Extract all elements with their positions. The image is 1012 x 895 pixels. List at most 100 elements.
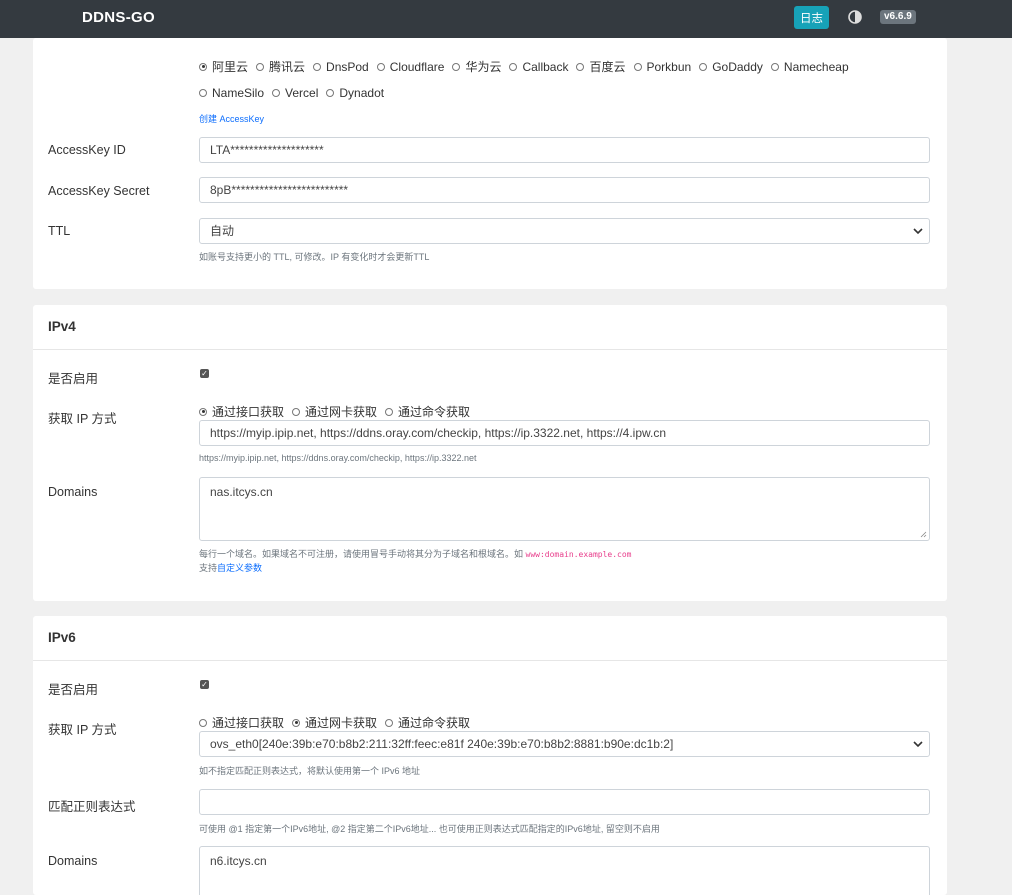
provider-cloudflare[interactable]: Cloudflare [376,59,445,74]
radio-label: 通过接口获取 [212,716,285,730]
radio-icon[interactable] [770,62,779,71]
provider-dnspod[interactable]: DnsPod [313,60,369,74]
ipv6-method-api[interactable]: 通过接口获取 [199,714,284,731]
ipv6-domains-textarea[interactable]: n6.itcys.cn [199,846,930,895]
radio-label: Porkbun [646,59,692,74]
ipv6-method-netcard[interactable]: 通过网卡获取 [292,714,377,731]
provider-namesilo[interactable]: NameSilo [199,86,264,100]
radio-icon[interactable] [699,62,708,71]
radio-icon[interactable] [385,718,394,727]
ttl-selected-value: 自动 [210,224,235,238]
radio-icon[interactable] [576,62,585,71]
provider-godaddy[interactable]: GoDaddy [699,60,763,74]
radio-label: 腾讯云 [269,60,306,74]
provider-baidu[interactable]: 百度云 [576,58,626,75]
domains-help-text: 每行一个域名。如果域名不可注册，请使用冒号手动将其分为子域名和根域名。如 [199,549,524,559]
ipv4-enable-checkbox[interactable]: ✓ [200,369,209,378]
accesskey-secret-input[interactable]: 8pB************************* [199,177,930,203]
ipv6-domains-value: n6.itcys.cn [210,854,267,868]
custom-params-prefix: 支持 [199,563,218,573]
accesskey-secret-label: AccessKey Secret [48,184,150,198]
provider-callback[interactable]: Callback [509,60,568,74]
provider-aliyun[interactable]: 阿里云 [199,58,248,75]
ipv6-method-command[interactable]: 通过命令获取 [385,714,470,731]
ipv4-method-command[interactable]: 通过命令获取 [385,403,470,420]
ipv6-netcard-select[interactable]: ovs_eth0[240e:39b:e70:b8b2:211:32ff:feec… [199,731,930,757]
accesskey-id-input[interactable]: LTA******************** [199,137,930,163]
ipv6-netcard-help: 如不指定匹配正则表达式，将默认使用第一个 IPv6 地址 [199,766,421,776]
accesskey-id-label: AccessKey ID [48,143,126,157]
domains-help-example: www:domain.example.com [525,550,632,559]
ipv4-domains-textarea[interactable]: nas.itcys.cn [199,477,930,541]
chevron-down-icon [913,741,923,748]
radio-icon[interactable] [385,407,394,416]
custom-params-link[interactable]: 自定义参数 [217,563,262,573]
ttl-help: 如账号支持更小的 TTL, 可修改。IP 有变化时才会更新TTL [199,252,430,262]
radio-icon[interactable] [199,89,207,97]
resize-handle-icon[interactable] [920,531,927,538]
radio-label: 通过网卡获取 [305,716,378,730]
ipv4-card: IPv4 是否启用 ✓ 获取 IP 方式 通过接口获取 通过网卡获取 通过命令获… [33,305,947,601]
custom-params-help: 支持自定义参数 [199,561,262,574]
ttl-label: TTL [48,224,71,238]
radio-label: 通过网卡获取 [305,405,378,419]
radio-icon[interactable] [256,62,265,71]
ipv4-method-api[interactable]: 通过接口获取 [199,403,284,420]
radio-icon[interactable] [376,62,385,71]
radio-label: 通过命令获取 [398,405,471,419]
ipv6-enable-label: 是否启用 [48,683,99,697]
ipv4-url-input[interactable]: https://myip.ipip.net, https://ddns.oray… [199,420,930,446]
radio-icon[interactable] [509,62,518,71]
ipv4-domains-value: nas.itcys.cn [210,485,273,499]
chevron-down-icon [913,228,923,235]
radio-label: Dynadot [339,86,385,100]
provider-dynadot[interactable]: Dynadot [326,86,384,100]
brand-title[interactable]: DDNS-GO [82,9,155,26]
dns-provider-card: 阿里云 腾讯云 DnsPod Cloudflare 华为云 Callback 百… [33,38,947,289]
radio-icon[interactable] [313,62,322,71]
ipv4-method-netcard[interactable]: 通过网卡获取 [292,403,377,420]
provider-huawei[interactable]: 华为云 [452,58,501,75]
provider-tencent[interactable]: 腾讯云 [256,58,305,75]
ipv6-regex-input[interactable] [199,789,930,815]
radio-label: 通过命令获取 [398,716,471,730]
ttl-select[interactable]: 自动 [199,218,930,244]
ipv6-netcard-value: ovs_eth0[240e:39b:e70:b8b2:211:32ff:feec… [210,737,674,751]
ipv6-title: IPv6 [33,616,947,661]
radio-icon[interactable] [199,62,207,71]
ipv6-card: IPv6 是否启用 ✓ 获取 IP 方式 通过接口获取 通过网卡获取 通过命令获… [33,616,947,895]
radio-label: 通过接口获取 [212,405,285,419]
radio-icon[interactable] [272,89,281,97]
provider-porkbun[interactable]: Porkbun [633,59,692,74]
ipv6-enable-checkbox[interactable]: ✓ [200,680,209,689]
radio-label: Cloudflare [389,59,445,74]
provider-row-2: NameSilo Vercel Dynadot [199,86,392,100]
radio-label: 阿里云 [212,60,249,74]
theme-toggle-icon[interactable] [848,10,862,24]
ipv6-domains-label: Domains [48,854,98,868]
ipv6-method-group: 通过接口获取 通过网卡获取 通过命令获取 [199,714,478,731]
radio-label: Callback [522,59,569,74]
ipv6-regex-label: 匹配正则表达式 [48,800,136,814]
top-navbar: DDNS-GO 日志 v6.6.9 [0,0,1012,38]
ipv4-enable-label: 是否启用 [48,372,99,386]
ipv6-regex-help: 可使用 @1 指定第一个IPv6地址, @2 指定第二个IPv6地址... 也可… [199,824,660,834]
radio-icon[interactable] [199,407,207,416]
ipv4-method-label: 获取 IP 方式 [48,412,117,426]
ipv4-domains-help: 每行一个域名。如果域名不可注册，请使用冒号手动将其分为子域名和根域名。如 www… [199,547,632,560]
ipv4-title: IPv4 [33,305,947,350]
create-accesskey-link[interactable]: 创建 AccessKey [199,112,264,125]
log-button[interactable]: 日志 [794,6,829,29]
radio-icon[interactable] [452,62,461,71]
radio-icon[interactable] [292,718,301,727]
ipv6-method-label: 获取 IP 方式 [48,723,117,737]
radio-icon[interactable] [292,407,301,416]
ipv4-method-group: 通过接口获取 通过网卡获取 通过命令获取 [199,403,478,420]
radio-label: GoDaddy [712,59,763,74]
provider-namecheap[interactable]: Namecheap [770,59,849,74]
provider-vercel[interactable]: Vercel [272,86,318,100]
radio-icon[interactable] [326,89,335,97]
radio-icon[interactable] [199,718,207,727]
radio-label: Namecheap [783,59,849,74]
radio-icon[interactable] [633,62,642,71]
